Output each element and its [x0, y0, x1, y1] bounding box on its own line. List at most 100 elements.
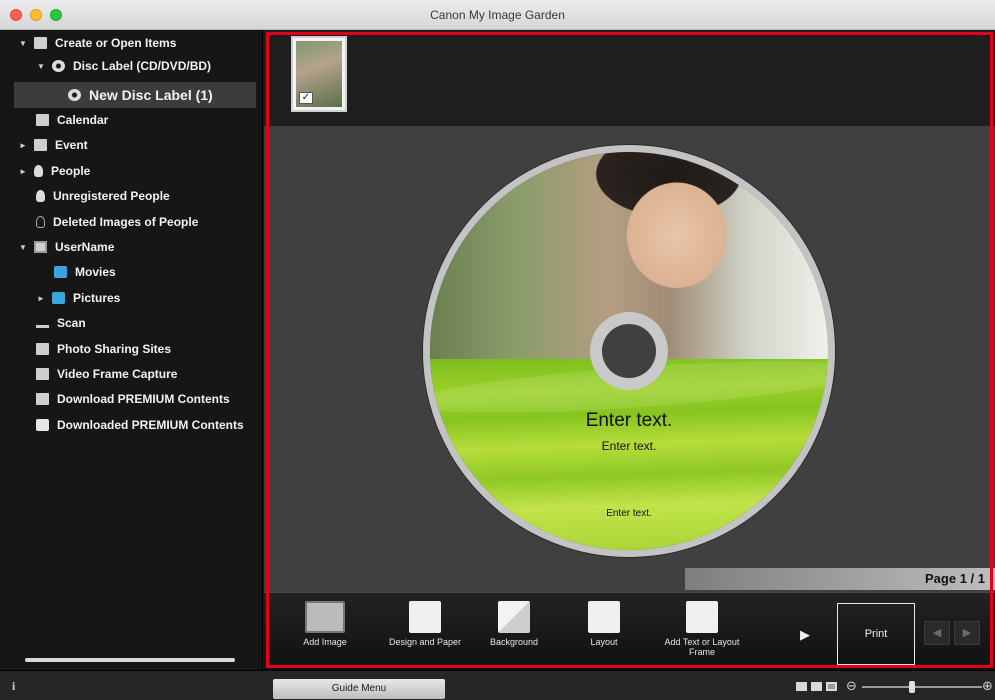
- layout-icon: [588, 601, 620, 633]
- add-image-label: Add Image: [303, 637, 347, 647]
- sidebar-item-label: Scan: [57, 316, 86, 330]
- disc-text-bottom[interactable]: Enter text.: [430, 508, 828, 519]
- computer-icon: [34, 241, 47, 253]
- info-icon[interactable]: i: [12, 679, 15, 694]
- sidebar-item-label: Photo Sharing Sites: [57, 342, 172, 356]
- sidebar-item-download-premium-contents[interactable]: Download PREMIUM Contents: [36, 388, 230, 410]
- sidebar-item-label: Pictures: [73, 291, 121, 305]
- sidebar-item-disc-label[interactable]: ▼ Disc Label (CD/DVD/BD): [36, 55, 211, 77]
- scan-icon: [36, 318, 49, 328]
- page-thumbnail-strip: ✓: [264, 30, 995, 126]
- sidebar-item-label: People: [51, 164, 91, 178]
- layout-label: Layout: [590, 637, 618, 647]
- deleted-person-icon: [36, 216, 45, 228]
- calendar-icon: [36, 114, 49, 126]
- person-icon: [34, 165, 43, 177]
- disc-text-main[interactable]: Enter text.: [430, 410, 828, 432]
- sidebar-item-video-frame-capture[interactable]: Video Frame Capture: [36, 363, 177, 385]
- chevron-right-icon[interactable]: ►: [36, 294, 46, 303]
- print-button[interactable]: Print: [837, 603, 915, 665]
- sidebar-item-label: Deleted Images of People: [53, 215, 199, 229]
- disc-icon: [52, 60, 65, 72]
- sidebar-item-label: Movies: [75, 265, 116, 279]
- sidebar-item-new-disc-label[interactable]: New Disc Label (1): [14, 82, 256, 108]
- chevron-right-icon[interactable]: ►: [18, 167, 28, 176]
- disc-text-sub[interactable]: Enter text.: [430, 439, 828, 453]
- status-bar: i Guide Menu ⊖ ⊕: [0, 670, 995, 700]
- sidebar-item-downloaded-premium-contents[interactable]: Downloaded PREMIUM Contents: [36, 414, 244, 436]
- photo-sharing-icon: [36, 343, 49, 355]
- thumbnail-image: ✓: [296, 41, 342, 107]
- sidebar-item-people[interactable]: ► People: [18, 160, 90, 182]
- sidebar-item-pictures[interactable]: ► Pictures: [36, 287, 120, 309]
- disc-label-preview[interactable]: Enter text. Enter text. Enter text.: [423, 145, 835, 557]
- chevron-down-icon[interactable]: ▼: [18, 39, 28, 48]
- sidebar-item-unregistered-people[interactable]: Unregistered People: [36, 185, 170, 207]
- sidebar-item-label: Download PREMIUM Contents: [57, 392, 230, 406]
- event-icon: [34, 139, 47, 151]
- background-icon: [498, 601, 530, 633]
- zoom-in-icon[interactable]: ⊕: [982, 678, 993, 694]
- folder-icon: [36, 419, 49, 431]
- design-and-paper-label: Design and Paper: [388, 637, 462, 647]
- sidebar-scrollbar[interactable]: [25, 658, 235, 662]
- sidebar-item-label: Event: [55, 138, 88, 152]
- folder-icon: [54, 266, 67, 278]
- app-window: Canon My Image Garden ▼ Create or Open I…: [0, 0, 995, 700]
- edit-toolbar: Add Image Design and Paper Background La…: [264, 592, 995, 670]
- thumbnail-view-icon[interactable]: [796, 682, 807, 691]
- sidebar-item-calendar[interactable]: Calendar: [36, 109, 108, 131]
- disc-center-hole: [602, 324, 656, 378]
- toolbar-next-icon[interactable]: ▶: [800, 627, 810, 643]
- sidebar-item-label: Unregistered People: [53, 189, 170, 203]
- sidebar-item-photo-sharing-sites[interactable]: Photo Sharing Sites: [36, 338, 171, 360]
- fit-to-window-icon[interactable]: [826, 682, 837, 691]
- zoom-slider-thumb[interactable]: [909, 681, 915, 693]
- guide-menu-button[interactable]: Guide Menu: [273, 679, 445, 699]
- sidebar-item-label: Downloaded PREMIUM Contents: [57, 418, 244, 432]
- sidebar-item-label: New Disc Label (1): [89, 87, 213, 103]
- zoom-slider-track[interactable]: [862, 686, 982, 688]
- sidebar: ▼ Create or Open Items ▼ Disc Label (CD/…: [0, 30, 263, 670]
- chevron-down-icon[interactable]: ▼: [36, 62, 46, 71]
- add-image-icon: [305, 601, 345, 633]
- add-image-button[interactable]: Add Image: [285, 601, 365, 667]
- chevron-right-icon[interactable]: ►: [18, 141, 28, 150]
- page-thumbnail[interactable]: ✓: [291, 36, 347, 112]
- chevron-down-icon[interactable]: ▼: [18, 243, 28, 252]
- sidebar-item-deleted-images-of-people[interactable]: Deleted Images of People: [36, 211, 198, 233]
- unregistered-person-icon: [36, 190, 45, 202]
- add-text-icon: [686, 601, 718, 633]
- background-label: Background: [489, 637, 539, 647]
- sidebar-item-movies[interactable]: Movies: [54, 261, 116, 283]
- create-items-icon: [34, 37, 47, 49]
- download-icon: [36, 393, 49, 405]
- design-and-paper-icon: [409, 601, 441, 633]
- layout-button[interactable]: Layout: [564, 601, 644, 667]
- sidebar-item-label: Calendar: [57, 113, 109, 127]
- sidebar-item-event[interactable]: ► Event: [18, 134, 88, 156]
- video-frame-icon: [36, 368, 49, 380]
- checkbox-icon[interactable]: ✓: [299, 92, 313, 104]
- sidebar-item-label: Video Frame Capture: [57, 367, 178, 381]
- window-title: Canon My Image Garden: [430, 8, 565, 22]
- sidebar-item-scan[interactable]: Scan: [36, 312, 86, 334]
- sidebar-item-create-or-open-items[interactable]: ▼ Create or Open Items: [18, 32, 176, 54]
- next-page-button[interactable]: ▶: [954, 621, 980, 645]
- main-edit-area: ✓ Enter text. Enter text. Enter text. Pa…: [264, 30, 995, 670]
- page-indicator: Page 1 / 1: [685, 568, 995, 590]
- sidebar-item-username[interactable]: ▼ UserName: [18, 236, 114, 258]
- previous-page-button[interactable]: ◀: [924, 621, 950, 645]
- detail-view-icon[interactable]: [811, 682, 822, 691]
- sidebar-item-label: Create or Open Items: [55, 36, 177, 50]
- add-text-label: Add Text or Layout Frame: [664, 637, 740, 657]
- add-text-or-layout-frame-button[interactable]: Add Text or Layout Frame: [662, 601, 742, 667]
- background-button[interactable]: Background: [474, 601, 554, 667]
- folder-icon: [52, 292, 65, 304]
- sidebar-item-label: UserName: [55, 240, 115, 254]
- design-and-paper-button[interactable]: Design and Paper: [385, 601, 465, 667]
- edit-canvas: Enter text. Enter text. Enter text. Page…: [264, 126, 995, 592]
- title-bar: Canon My Image Garden: [0, 0, 995, 30]
- disc-icon: [68, 89, 81, 101]
- zoom-out-icon[interactable]: ⊖: [846, 678, 857, 694]
